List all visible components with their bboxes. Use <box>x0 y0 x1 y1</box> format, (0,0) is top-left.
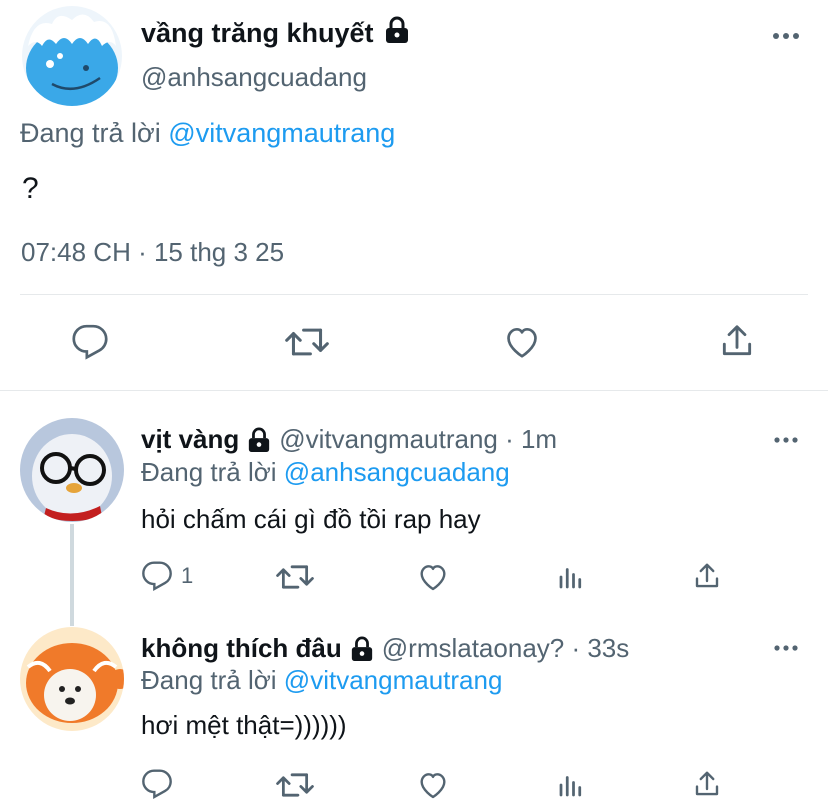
reply-button[interactable]: 1 <box>141 560 193 592</box>
like-button[interactable] <box>502 323 542 361</box>
analytics-button[interactable] <box>556 770 586 800</box>
retweet-button[interactable] <box>276 769 314 801</box>
reply-header: vịt vàng @vitvangmautrang · 1m <box>141 424 557 455</box>
replying-to: Đang trả lời @anhsangcuadang <box>141 457 510 488</box>
like-icon <box>420 773 446 799</box>
avatar[interactable] <box>20 418 124 522</box>
reply-icon <box>142 769 172 799</box>
author-name[interactable]: vịt vàng <box>141 424 239 455</box>
analytics-icon <box>559 776 582 797</box>
author-meta[interactable]: @vitvangmautrang · 1m <box>279 424 557 455</box>
reply-prefix: Đang trả lời <box>141 457 277 487</box>
lock-icon <box>247 427 271 453</box>
analytics-icon <box>559 568 582 589</box>
divider <box>0 390 828 391</box>
reply-count: 1 <box>181 563 194 588</box>
like-button[interactable] <box>416 561 450 593</box>
share-icon <box>722 325 752 356</box>
analytics-button[interactable] <box>556 562 586 592</box>
retweet-button[interactable] <box>285 323 329 361</box>
timestamp[interactable]: 07:48 CH · 15 thg 3 25 <box>21 237 284 268</box>
author-handle[interactable]: @anhsangcuadang <box>141 62 367 93</box>
share-icon <box>695 771 719 796</box>
author-name[interactable]: vầng trăng khuyết <box>141 16 410 51</box>
reply-icon <box>142 561 172 591</box>
more-options-icon[interactable] <box>772 432 800 448</box>
like-icon <box>420 565 446 591</box>
share-button[interactable] <box>692 768 722 800</box>
like-icon <box>507 327 537 358</box>
avatar[interactable] <box>20 627 124 731</box>
reply-to-link[interactable]: @vitvangmautrang <box>284 665 503 695</box>
more-options-icon[interactable] <box>772 640 800 656</box>
reply-prefix: Đang trả lời <box>141 665 277 695</box>
retweet-icon <box>276 565 314 589</box>
retweet-icon <box>276 773 314 797</box>
lock-icon <box>350 636 374 662</box>
author-name-text: vầng trăng khuyết <box>141 18 374 48</box>
replying-to: Đang trả lời @vitvangmautrang <box>141 665 502 696</box>
lock-icon <box>384 16 410 51</box>
reply-header: không thích đâu @rmslataonay? · 33s <box>141 633 629 664</box>
reply-button[interactable] <box>141 768 181 800</box>
share-button[interactable] <box>692 560 722 592</box>
tweet-text: hơi mệt thật=)))))) <box>141 710 347 740</box>
tweet-text: ? <box>22 172 39 205</box>
thread-line <box>70 524 74 626</box>
tweet-text: hỏi chấm cái gì đồ tồi rap hay <box>141 504 481 534</box>
author-meta[interactable]: @rmslataonay? · 33s <box>382 633 630 664</box>
avatar[interactable] <box>22 6 122 106</box>
reply-prefix: Đang trả lời <box>20 118 161 148</box>
like-button[interactable] <box>416 769 450 801</box>
share-button[interactable] <box>718 321 756 361</box>
reply-to-link[interactable]: @anhsangcuadang <box>284 457 510 487</box>
retweet-button[interactable] <box>276 561 314 593</box>
share-icon <box>695 563 719 588</box>
author-name[interactable]: không thích đâu <box>141 633 342 664</box>
retweet-icon <box>285 328 329 356</box>
reply-icon <box>72 324 108 360</box>
replying-to: Đang trả lời @vitvangmautrang <box>20 118 395 149</box>
reply-button[interactable] <box>71 323 109 361</box>
divider <box>20 294 808 295</box>
reply-to-link[interactable]: @vitvangmautrang <box>168 118 395 148</box>
more-options-icon[interactable] <box>770 26 802 46</box>
